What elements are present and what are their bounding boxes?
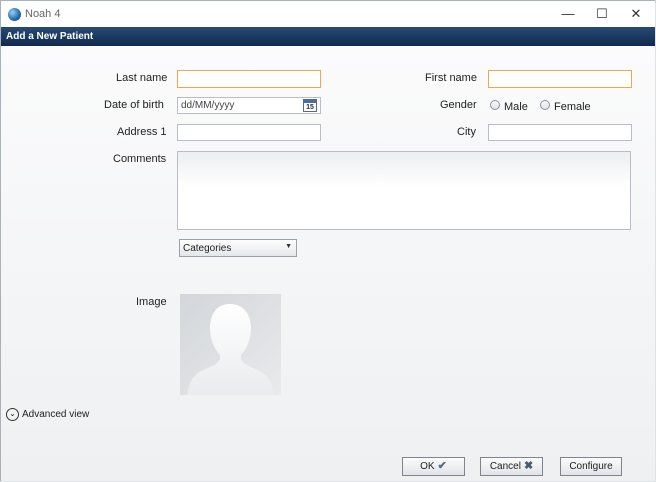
checkmark-icon: ✔ xyxy=(437,460,447,472)
calendar-icon[interactable]: 15 xyxy=(303,99,317,112)
gender-female-radio[interactable] xyxy=(540,100,550,110)
noah-logo-icon xyxy=(8,8,21,21)
minimize-button[interactable]: — xyxy=(554,5,582,23)
cancel-button-label: Cancel xyxy=(489,461,521,472)
person-silhouette-icon xyxy=(187,304,274,395)
gender-label: Gender xyxy=(440,99,477,111)
chevron-down-icon[interactable]: ⌄ xyxy=(6,408,19,421)
title-bar[interactable]: Noah 4 — ☐ ✕ xyxy=(1,1,655,27)
dialog-title: Add a New Patient xyxy=(6,31,94,42)
categories-dropdown[interactable]: Categories ▼ xyxy=(179,239,297,257)
patient-image-placeholder[interactable] xyxy=(180,294,281,395)
last-name-label: Last name xyxy=(116,72,168,84)
configure-button-label: Configure xyxy=(569,461,613,472)
categories-selected: Categories xyxy=(183,243,232,254)
ok-button-label: OK xyxy=(420,461,435,472)
calendar-day: 15 xyxy=(306,104,314,111)
image-label: Image xyxy=(136,296,167,308)
dropdown-arrow-icon: ▼ xyxy=(285,243,292,250)
configure-button[interactable]: Configure xyxy=(560,457,622,476)
ok-button[interactable]: OK ✔ xyxy=(402,457,465,476)
app-title: Noah 4 xyxy=(25,8,61,20)
gender-male-label[interactable]: Male xyxy=(504,101,528,113)
add-patient-window: Noah 4 — ☐ ✕ Add a New Patient Last name… xyxy=(0,0,655,481)
cancel-button[interactable]: Cancel ✖ xyxy=(480,457,543,476)
first-name-field[interactable] xyxy=(488,70,632,88)
cancel-x-icon: ✖ xyxy=(523,460,534,472)
address1-label: Address 1 xyxy=(117,126,167,138)
close-button[interactable]: ✕ xyxy=(622,5,650,23)
comments-label: Comments xyxy=(113,153,167,165)
comments-textarea[interactable] xyxy=(177,151,631,230)
date-of-birth-placeholder: dd/MM/yyyy xyxy=(181,100,235,111)
gender-female-label[interactable]: Female xyxy=(554,101,591,113)
date-of-birth-label: Date of birth xyxy=(104,99,164,111)
dialog-header: Add a New Patient xyxy=(1,27,655,46)
gender-male-radio[interactable] xyxy=(490,100,500,110)
last-name-field[interactable] xyxy=(177,70,321,88)
first-name-label: First name xyxy=(425,72,477,84)
city-field[interactable] xyxy=(488,124,632,141)
advanced-view-link[interactable]: Advanced view xyxy=(22,409,89,420)
maximize-button[interactable]: ☐ xyxy=(588,5,616,23)
date-of-birth-field[interactable]: dd/MM/yyyy 15 xyxy=(177,97,321,114)
address1-field[interactable] xyxy=(177,124,321,141)
city-label: City xyxy=(457,126,476,138)
